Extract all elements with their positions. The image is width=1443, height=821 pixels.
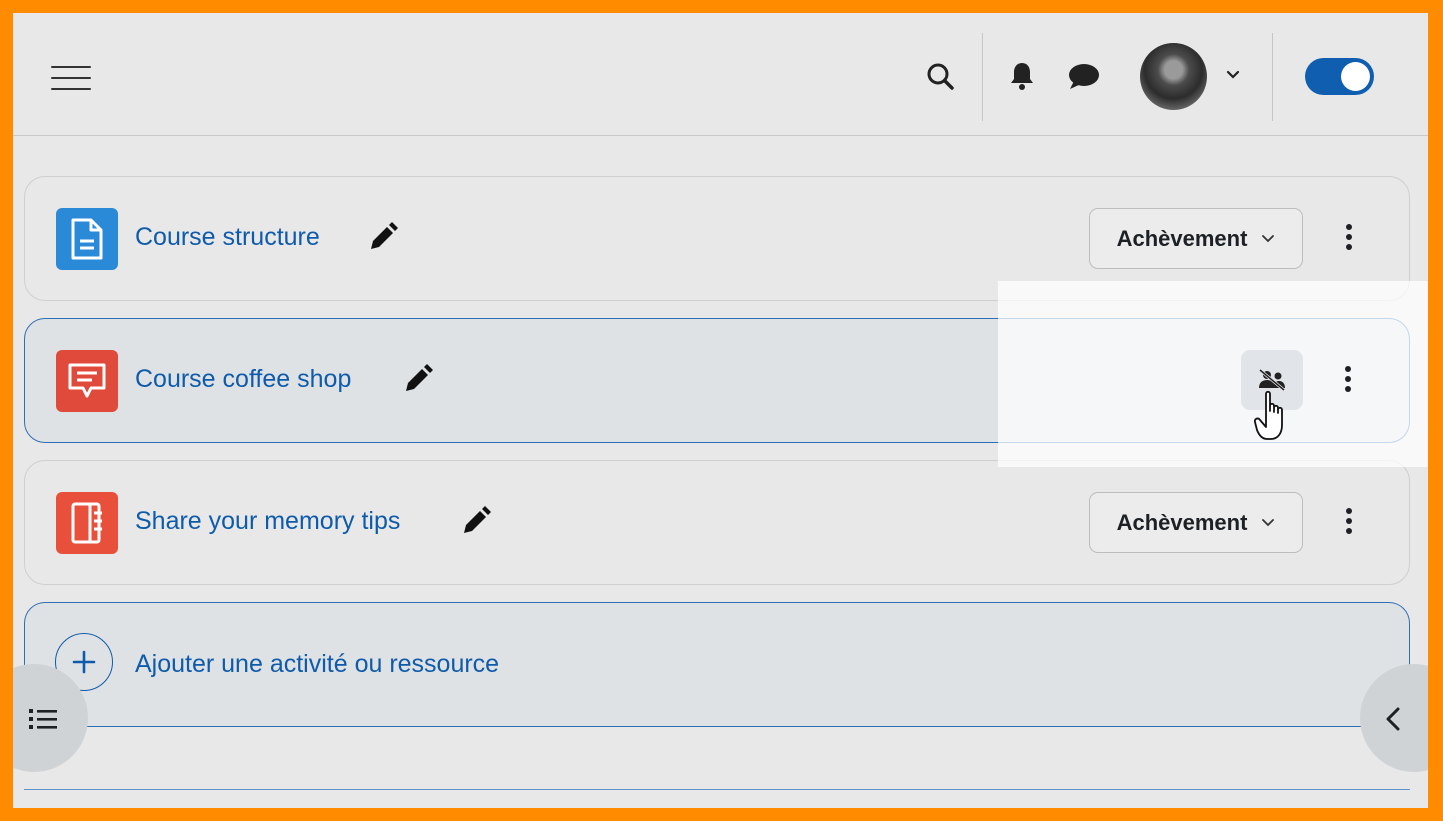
pencil-icon[interactable]: [458, 505, 492, 539]
completion-dropdown[interactable]: Achèvement: [1089, 492, 1303, 553]
completion-dropdown[interactable]: Achèvement: [1089, 208, 1303, 269]
pencil-icon[interactable]: [400, 363, 434, 397]
section-divider: [24, 726, 1410, 727]
chevron-left-icon: [1386, 707, 1400, 731]
completion-label: Achèvement: [1116, 225, 1248, 251]
avatar[interactable]: [1140, 43, 1207, 110]
chevron-down-icon[interactable]: [1225, 69, 1241, 81]
edit-mode-toggle[interactable]: [1305, 58, 1374, 95]
section-divider: [24, 789, 1410, 790]
page-icon: [56, 208, 118, 270]
highlight-overlay: [998, 281, 1428, 467]
plus-icon: [72, 650, 96, 674]
kebab-menu-icon[interactable]: [1337, 505, 1361, 541]
kebab-menu-icon[interactable]: [1336, 363, 1360, 399]
toggle-knob: [1341, 62, 1370, 91]
activity-title[interactable]: Share your memory tips: [135, 507, 400, 536]
app-window: Course structure Achèvement Course coffe…: [13, 13, 1428, 808]
chat-bubble-icon[interactable]: [1067, 63, 1101, 91]
chevron-down-icon: [1262, 518, 1275, 526]
navbar-divider: [982, 33, 983, 121]
add-activity-label[interactable]: Ajouter une activité ou ressource: [135, 650, 499, 679]
book-icon: [56, 492, 118, 554]
activity-card: Share your memory tips Achèvement: [24, 460, 1410, 585]
completion-label: Achèvement: [1116, 509, 1248, 535]
navbar-divider: [1272, 33, 1273, 121]
search-icon[interactable]: [925, 61, 957, 93]
kebab-menu-icon[interactable]: [1337, 221, 1361, 257]
top-navbar: [13, 13, 1428, 136]
forum-icon: [56, 350, 118, 412]
pencil-icon[interactable]: [365, 221, 399, 255]
hamburger-icon[interactable]: [51, 60, 94, 96]
bell-icon[interactable]: [1008, 60, 1036, 92]
list-icon: [29, 709, 57, 729]
chevron-down-icon: [1262, 234, 1275, 242]
activity-title[interactable]: Course structure: [135, 223, 320, 252]
group-mode-button[interactable]: [1241, 350, 1303, 410]
activity-title[interactable]: Course coffee shop: [135, 365, 351, 394]
group-mode-icon: [1259, 368, 1285, 392]
